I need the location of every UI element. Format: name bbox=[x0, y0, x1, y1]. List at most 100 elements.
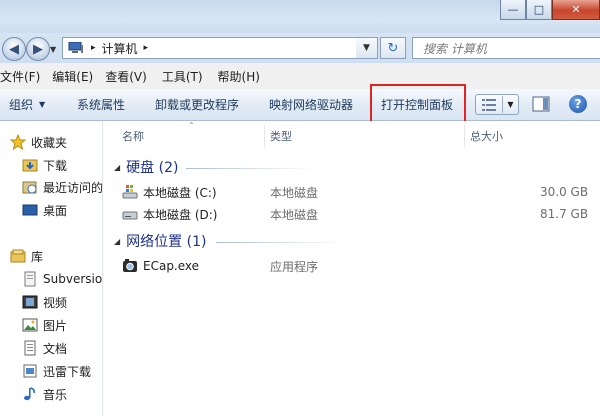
nav-videos[interactable]: 视频 bbox=[22, 292, 67, 312]
preview-pane-icon bbox=[532, 96, 550, 112]
star-icon bbox=[9, 133, 27, 151]
view-options-button[interactable]: ▼ bbox=[475, 94, 519, 115]
search-placeholder: 搜索 计算机 bbox=[423, 41, 487, 56]
nav-favorites-label: 收藏夹 bbox=[31, 135, 68, 150]
group-divider-line bbox=[186, 168, 316, 169]
documents-icon bbox=[22, 340, 38, 356]
nav-pictures[interactable]: 图片 bbox=[22, 315, 67, 335]
nav-documents[interactable]: 文档 bbox=[22, 338, 67, 358]
nav-pictures-label: 图片 bbox=[43, 318, 68, 333]
column-header-type[interactable]: 类型 bbox=[270, 127, 292, 145]
drive-type: 本地磁盘 bbox=[270, 207, 319, 222]
forward-button[interactable]: ▶ bbox=[26, 37, 50, 61]
system-properties-button[interactable]: 系统属性 bbox=[77, 89, 125, 120]
group-network-label: 网络位置 (1) bbox=[126, 234, 207, 250]
library-icon bbox=[10, 248, 26, 264]
xunlei-folder-icon bbox=[22, 363, 38, 379]
collapse-triangle-icon: ◢ bbox=[114, 236, 121, 246]
drive-name: 本地磁盘 (C:) bbox=[143, 185, 217, 200]
nav-downloads-label: 下载 bbox=[43, 158, 68, 173]
help-icon[interactable]: ? bbox=[569, 95, 587, 113]
nav-xunlei-downloads[interactable]: 迅雷下载 bbox=[22, 361, 91, 381]
uninstall-program-button[interactable]: 卸载或更改程序 bbox=[155, 89, 239, 120]
nav-favorites[interactable]: 收藏夹 bbox=[9, 132, 68, 152]
sort-indicator-icon: ⌃ bbox=[188, 121, 195, 130]
refresh-icon: ↻ bbox=[387, 40, 399, 56]
navigation-pane: 收藏夹 下载 最近访问的 桌面 库 Subversion 视频 图片 文档 迅雷… bbox=[0, 121, 103, 416]
subversion-library-icon bbox=[22, 271, 38, 287]
chevron-down-icon: ▼ bbox=[39, 100, 46, 109]
nav-downloads[interactable]: 下载 bbox=[22, 155, 67, 175]
videos-icon bbox=[22, 294, 38, 310]
nav-desktop-label: 桌面 bbox=[43, 203, 68, 218]
recent-places-icon bbox=[22, 179, 38, 195]
desktop-icon bbox=[22, 202, 38, 218]
nav-subversion[interactable]: Subversion bbox=[22, 269, 103, 289]
drive-size: 30.0 GB bbox=[540, 185, 589, 199]
column-divider[interactable] bbox=[464, 125, 465, 147]
organize-button[interactable]: 组织 ▼ bbox=[9, 89, 45, 120]
column-header-total-size[interactable]: 总大小 bbox=[470, 127, 503, 145]
menu-bar: 文件(F) 编辑(E) 查看(V) 工具(T) 帮助(H) bbox=[0, 63, 600, 89]
nav-music-label: 音乐 bbox=[43, 387, 68, 402]
camera-app-icon bbox=[122, 258, 138, 274]
drive-type: 本地磁盘 bbox=[270, 185, 319, 200]
back-button[interactable]: ◀ bbox=[2, 37, 26, 61]
nav-libraries[interactable]: 库 bbox=[10, 246, 43, 266]
downloads-folder-icon bbox=[22, 157, 38, 173]
address-separator-icon: ▸ bbox=[143, 43, 149, 53]
search-input[interactable]: 搜索 计算机 bbox=[412, 37, 600, 59]
file-list: ⌃ 名称 类型 总大小 ◢ 硬盘 (2) 本地磁盘 (C:) 本地磁盘 30.0… bbox=[104, 121, 600, 416]
group-header-network-locations[interactable]: ◢ 网络位置 (1) bbox=[114, 231, 206, 251]
table-row[interactable]: 本地磁盘 (C:) 本地磁盘 30.0 GB bbox=[122, 182, 592, 202]
pictures-icon bbox=[22, 317, 38, 333]
drive-name: 本地磁盘 (D:) bbox=[143, 207, 218, 222]
organize-label: 组织 bbox=[9, 98, 34, 112]
address-input[interactable]: ▸ 计算机 ▸ bbox=[62, 37, 376, 59]
command-toolbar: 组织 ▼ 系统属性 卸载或更改程序 映射网络驱动器 打开控制面板 ▼ ? bbox=[0, 89, 600, 121]
nav-music[interactable]: 音乐 bbox=[22, 384, 67, 404]
table-row[interactable]: ECap.exe 应用程序 bbox=[122, 256, 592, 276]
menu-file[interactable]: 文件(F) bbox=[0, 68, 47, 85]
nav-desktop[interactable]: 桌面 bbox=[22, 200, 67, 220]
network-item-type: 应用程序 bbox=[270, 259, 319, 274]
address-separator-icon: ▸ bbox=[91, 43, 96, 53]
refresh-button[interactable]: ↻ bbox=[380, 37, 406, 59]
nav-recent-label: 最近访问的 bbox=[43, 180, 103, 195]
menu-tools[interactable]: 工具(T) bbox=[154, 68, 210, 85]
nav-subversion-label: Subversion bbox=[43, 272, 103, 286]
computer-icon bbox=[68, 41, 84, 54]
menu-view[interactable]: 查看(V) bbox=[100, 68, 154, 85]
column-divider[interactable] bbox=[264, 125, 265, 147]
forward-arrow-icon: ▶ bbox=[33, 41, 43, 57]
menu-help[interactable]: 帮助(H) bbox=[210, 68, 267, 85]
nav-xunlei-label: 迅雷下载 bbox=[43, 364, 92, 379]
nav-documents-label: 文档 bbox=[43, 341, 68, 356]
table-row[interactable]: 本地磁盘 (D:) 本地磁盘 81.7 GB bbox=[122, 204, 592, 224]
group-header-hard-disks[interactable]: ◢ 硬盘 (2) bbox=[114, 157, 178, 177]
preview-pane-button[interactable] bbox=[532, 96, 550, 112]
windows-drive-icon bbox=[122, 184, 138, 200]
collapse-triangle-icon: ◢ bbox=[114, 162, 121, 172]
nav-libraries-label: 库 bbox=[31, 249, 44, 264]
address-crumb-computer[interactable]: 计算机 bbox=[102, 40, 138, 57]
highlight-box bbox=[370, 84, 466, 125]
maximize-button[interactable]: □ bbox=[526, 0, 552, 20]
map-network-drive-button[interactable]: 映射网络驱动器 bbox=[269, 89, 353, 120]
chevron-down-icon: ▼ bbox=[507, 100, 514, 109]
column-header-name[interactable]: 名称 bbox=[122, 127, 144, 145]
back-arrow-icon: ◀ bbox=[9, 41, 19, 57]
nav-recent-places[interactable]: 最近访问的 bbox=[22, 177, 103, 197]
address-dropdown-button[interactable]: ▼ bbox=[356, 37, 378, 59]
nav-videos-label: 视频 bbox=[43, 295, 68, 310]
drive-size: 81.7 GB bbox=[540, 207, 589, 221]
close-button[interactable]: ✕ bbox=[552, 0, 600, 20]
minimize-button[interactable]: — bbox=[500, 0, 526, 20]
details-view-icon bbox=[476, 98, 502, 111]
recent-pages-dropdown[interactable]: ▼ bbox=[50, 45, 56, 54]
music-note-icon bbox=[22, 386, 38, 402]
group-hard-disks-label: 硬盘 (2) bbox=[126, 160, 179, 176]
network-item-name: ECap.exe bbox=[143, 259, 200, 273]
menu-edit[interactable]: 编辑(E) bbox=[47, 68, 100, 85]
group-divider-line bbox=[216, 242, 346, 243]
